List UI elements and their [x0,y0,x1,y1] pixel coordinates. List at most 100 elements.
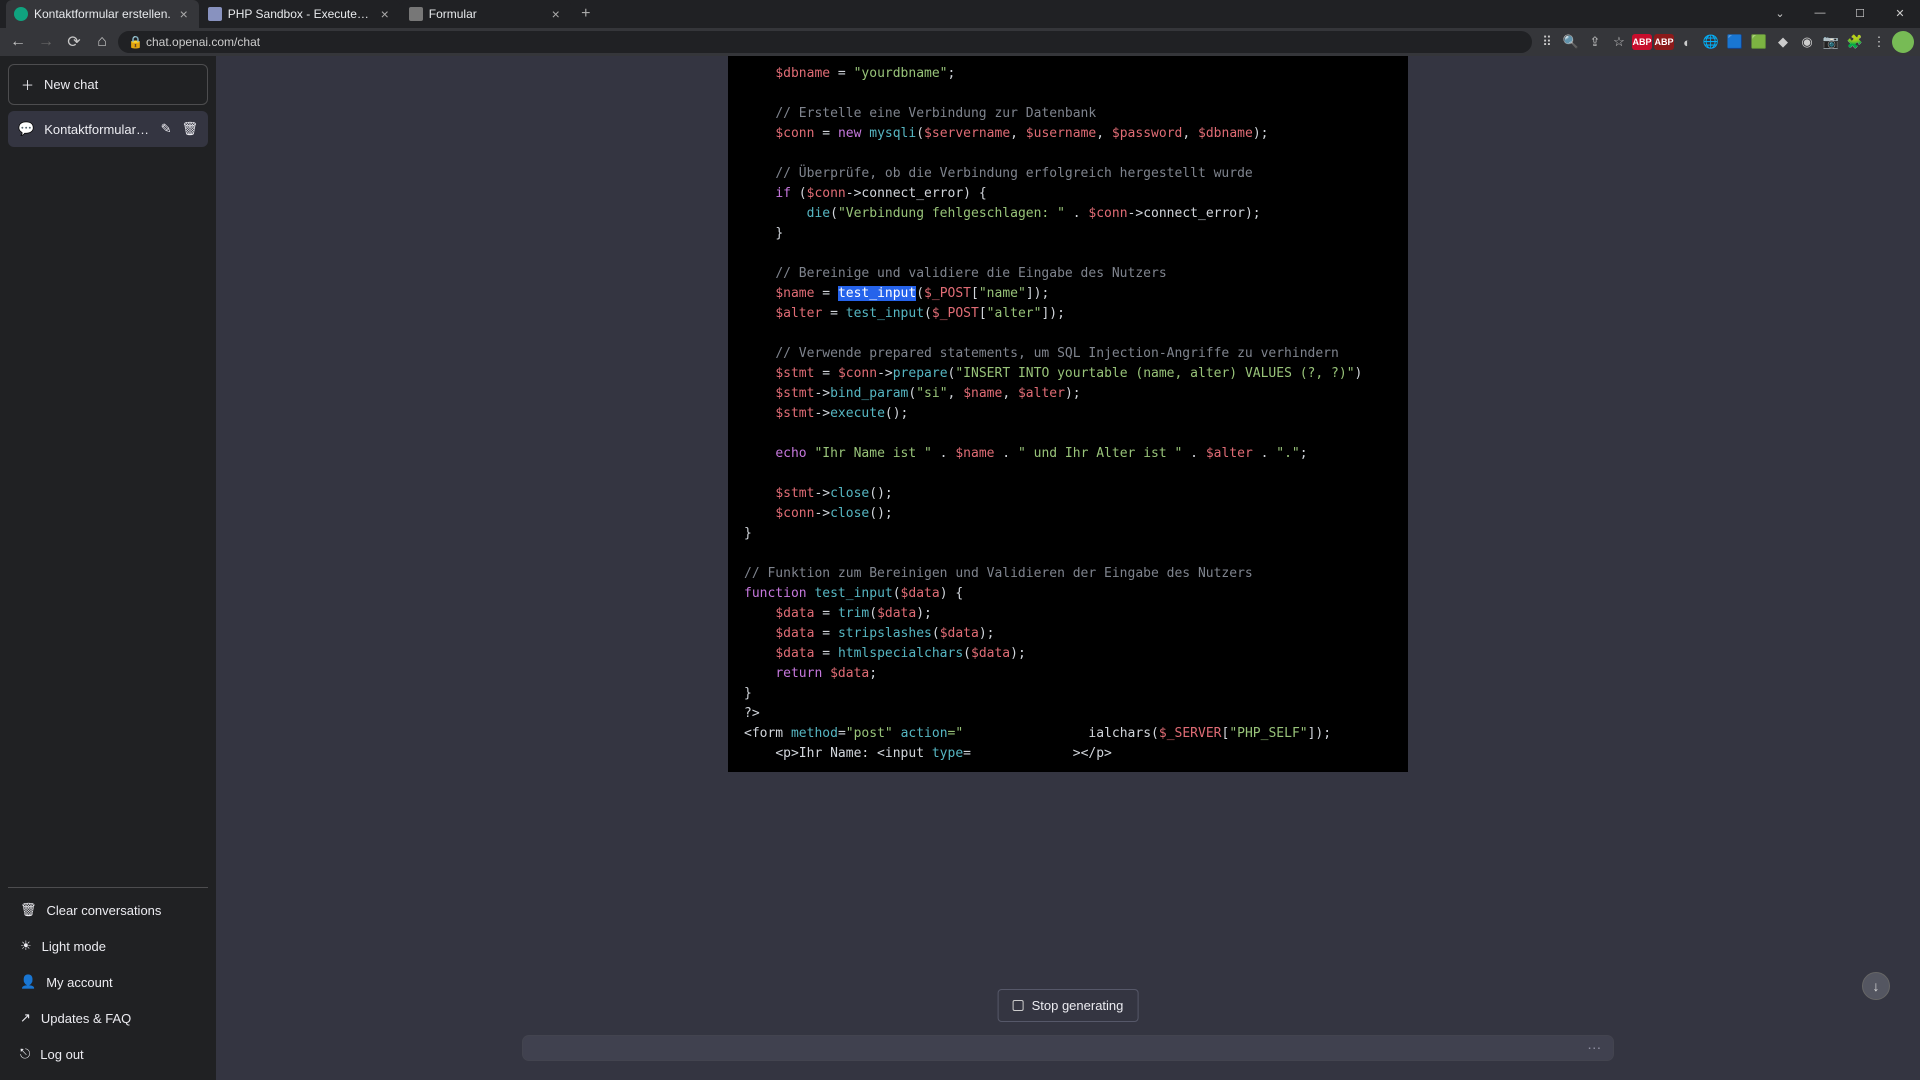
share-icon[interactable]: ⇪ [1584,31,1606,53]
tok: ( [893,586,901,601]
new-chat-label: New chat [44,77,98,92]
tok: " und Ihr Alter ist " [1018,446,1182,461]
logout-icon: ⎋ [20,1046,30,1062]
ext-icon[interactable]: 🟦 [1724,31,1746,53]
tok: stripslashes [838,626,932,641]
tok: $stmt [775,406,814,421]
home-button[interactable]: ⌂ [90,30,114,54]
tok: $data [940,626,979,641]
tok: $conn [775,506,814,521]
account-label: My account [46,975,112,990]
tok: "si" [916,386,947,401]
tok: $_POST [924,286,971,301]
tok: = [814,366,837,381]
scroll-to-bottom-button[interactable]: ↓ [1862,972,1890,1000]
tok: $conn [838,366,877,381]
browser-tab-1[interactable]: PHP Sandbox - Execute PHP cod × [200,0,400,28]
tok: , [1002,386,1018,401]
ext-icon[interactable]: ◐ [1676,31,1698,53]
updates-label: Updates & FAQ [41,1011,131,1026]
tok: -> [877,366,893,381]
adblock-icon[interactable]: ABP [1632,34,1652,50]
tok: = [814,626,837,641]
browser-tab-bar: Kontaktformular erstellen. × PHP Sandbox… [0,0,1920,28]
tok: ->connect_error); [1128,206,1261,221]
translate-icon[interactable]: ⠿ [1536,31,1558,53]
tok: "alter" [987,306,1042,321]
send-icon[interactable]: ⋯ [1587,1040,1601,1057]
tok: $stmt [775,486,814,501]
tok: ]); [1026,286,1049,301]
tok: ( [830,206,838,221]
reload-button[interactable]: ⟳ [62,30,86,54]
link-icon: ↗ [20,1010,31,1026]
caret-down-icon[interactable]: ⌄ [1760,0,1800,26]
sidebar: ＋ New chat 💬 Kontaktformular erstell ✎ 🗑… [0,56,216,1080]
conversation-item[interactable]: 💬 Kontaktformular erstell ✎ 🗑 [8,111,208,147]
tab-close-icon[interactable]: × [549,7,563,21]
ext-icon[interactable]: 🟩 [1748,31,1770,53]
tok [893,726,901,741]
tok: ></p> [1073,746,1112,761]
tok: prepare [893,366,948,381]
tab-close-icon[interactable]: × [378,7,392,21]
tok: execute [830,406,885,421]
avatar-icon[interactable] [1892,31,1914,53]
tok: ?> [744,706,760,721]
tok: ]); [1041,306,1064,321]
tok: $conn [775,126,814,141]
stop-icon [1013,1000,1024,1011]
bookmark-icon[interactable]: ☆ [1608,31,1630,53]
stop-generating-button[interactable]: Stop generating [998,989,1139,1022]
light-mode[interactable]: ☀ Light mode [8,928,208,964]
tok: $alter [775,306,822,321]
extensions-icon[interactable]: 🧩 [1844,31,1866,53]
tok: $_POST [932,306,979,321]
zoom-icon[interactable]: 🔍 [1560,31,1582,53]
back-button[interactable]: ← [6,30,30,54]
tok: // Verwende prepared statements, um SQL … [775,346,1339,361]
address-bar[interactable]: 🔒 chat.openai.com/chat [118,31,1532,53]
clear-conversations[interactable]: 🗑 Clear conversations [8,892,208,928]
tok: ); [916,606,932,621]
menu-icon[interactable]: ⋮ [1868,31,1890,53]
tok: function [744,586,807,601]
favicon-file-icon [409,7,423,21]
browser-tab-0[interactable]: Kontaktformular erstellen. × [6,0,199,28]
adblock2-icon[interactable]: ABP [1654,34,1674,50]
window-close-icon[interactable]: ✕ [1880,0,1920,26]
tok: if [775,186,791,201]
my-account[interactable]: 👤 My account [8,964,208,1000]
tok: $password [1112,126,1182,141]
edit-icon[interactable]: ✎ [161,121,172,137]
logout[interactable]: ⎋ Log out [8,1036,208,1072]
main-content: $dbname = "yourdbname"; // Erstelle eine… [216,56,1920,1080]
tok: action [901,726,948,741]
ext-icon[interactable]: 📷 [1820,31,1842,53]
tok: // Überprüfe, ob die Verbindung erfolgre… [775,166,1252,181]
browser-tab-2[interactable]: Formular × [401,0,571,28]
tok: = [830,66,853,81]
code-block[interactable]: $dbname = "yourdbname"; // Erstelle eine… [728,56,1408,772]
url-text: chat.openai.com/chat [146,35,260,49]
ext-icon[interactable]: ◉ [1796,31,1818,53]
tok: ( [791,186,807,201]
chat-input[interactable]: ⋯ [523,1036,1614,1060]
updates-faq[interactable]: ↗ Updates & FAQ [8,1000,208,1036]
new-chat-button[interactable]: ＋ New chat [8,64,208,105]
tok: ) { [940,586,963,601]
stop-label: Stop generating [1032,998,1124,1013]
tok: = [814,126,837,141]
tab-close-icon[interactable]: × [177,7,191,21]
tok: } [744,526,752,541]
ext-icon[interactable]: 🌐 [1700,31,1722,53]
window-maximize-icon[interactable]: ☐ [1840,0,1880,26]
window-minimize-icon[interactable]: — [1800,0,1840,26]
forward-button[interactable]: → [34,30,58,54]
tok: close [830,506,869,521]
new-tab-button[interactable]: + [572,0,600,28]
tok: =" [948,726,964,741]
ext-icon[interactable]: ◆ [1772,31,1794,53]
tok: (); [869,506,892,521]
delete-icon[interactable]: 🗑 [181,121,198,137]
